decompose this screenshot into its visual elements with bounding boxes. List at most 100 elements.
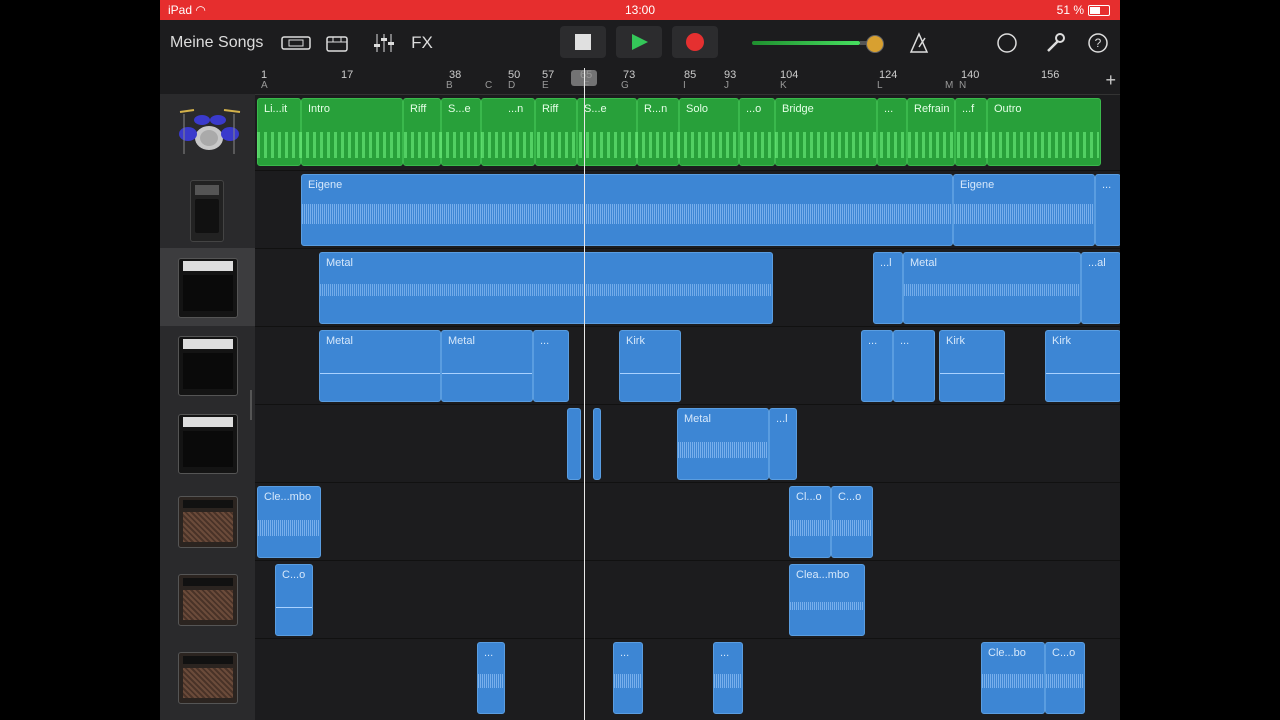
play-button[interactable] xyxy=(616,26,662,58)
fx-button[interactable]: FX xyxy=(408,28,436,58)
audio-region[interactable]: Eigene xyxy=(301,174,953,246)
track-header-combo[interactable] xyxy=(160,482,255,560)
timeline-ruler[interactable]: 1 17 38 50 57 65 73 85 93 104 124 140 15… xyxy=(255,68,1120,95)
mixer-icon[interactable] xyxy=(370,28,398,58)
waveform xyxy=(940,373,1004,374)
track-lane-bass[interactable]: Eigene Eigene ... xyxy=(255,170,1120,249)
section-marker: I xyxy=(683,80,686,91)
waveform xyxy=(678,442,768,458)
loop-browser-icon[interactable] xyxy=(994,28,1020,58)
stop-button[interactable] xyxy=(560,26,606,58)
audio-region[interactable]: C...o xyxy=(1045,642,1085,714)
waveform xyxy=(790,520,830,536)
section-marker: E xyxy=(542,80,549,91)
audio-region[interactable]: C...o xyxy=(831,486,873,558)
battery-status: 51 % xyxy=(1057,3,1110,17)
amp-head-icon xyxy=(178,258,238,318)
metronome-icon[interactable] xyxy=(905,28,933,58)
waveform xyxy=(954,204,1094,224)
volume-knob[interactable] xyxy=(866,35,884,53)
audio-region[interactable]: Metal xyxy=(677,408,769,480)
garageband-window: iPad ◠ 13:00 51 % Meine Songs FX ? 1 17 … xyxy=(160,0,1120,720)
track-header-combo[interactable] xyxy=(160,638,255,720)
add-section-icon[interactable]: + xyxy=(1105,70,1116,91)
master-volume-slider[interactable] xyxy=(752,28,892,58)
clock: 13:00 xyxy=(624,3,656,17)
section-marker: J xyxy=(724,80,729,91)
help-icon[interactable]: ? xyxy=(1086,28,1110,58)
playhead[interactable] xyxy=(584,68,585,720)
section-marker: G xyxy=(621,80,629,91)
track-lane-combo[interactable]: Cle...mbo Cl...o C...o xyxy=(255,482,1120,561)
audio-region[interactable]: Cle...bo xyxy=(981,642,1045,714)
audio-region[interactable]: ... xyxy=(477,642,505,714)
waveform xyxy=(904,284,1080,296)
audio-region[interactable]: ... xyxy=(861,330,893,402)
settings-wrench-icon[interactable] xyxy=(1042,28,1068,58)
bass-amp-icon xyxy=(190,180,224,242)
track-lane-combo[interactable]: ... ... ... Cle...bo C...o xyxy=(255,638,1120,720)
audio-region[interactable] xyxy=(593,408,601,480)
stop-icon xyxy=(575,34,591,50)
audio-region[interactable]: ...al xyxy=(1081,252,1120,324)
track-header-amp[interactable] xyxy=(160,248,255,326)
amp-head-icon xyxy=(178,414,238,474)
track-header-drums[interactable] xyxy=(160,94,255,170)
record-button[interactable] xyxy=(672,26,718,58)
audio-region[interactable]: Cle...mbo xyxy=(257,486,321,558)
waveform xyxy=(982,674,1044,688)
audio-region[interactable]: Kirk xyxy=(619,330,681,402)
track-lane-amp[interactable]: Metal ...l Metal ...al xyxy=(255,248,1120,327)
waveform xyxy=(302,204,952,224)
audio-region[interactable]: Kirk xyxy=(939,330,1005,402)
audio-region[interactable]: ...l xyxy=(769,408,797,480)
track-header-bass[interactable] xyxy=(160,170,255,248)
track-lane-drums[interactable]: Li...it Intro Riff S...e ...n Riff S...e… xyxy=(255,94,1120,171)
track-header-combo[interactable] xyxy=(160,560,255,638)
audio-region[interactable]: Metal xyxy=(319,330,441,402)
waveform xyxy=(614,674,642,688)
track-lane-amp[interactable]: Metal ...l xyxy=(255,404,1120,483)
status-bar: iPad ◠ 13:00 51 % xyxy=(160,0,1120,20)
audio-region[interactable]: ... xyxy=(1095,174,1120,246)
track-lane-amp[interactable]: Metal Metal ... Kirk ... ... Kirk Kirk xyxy=(255,326,1120,405)
audio-region[interactable]: ... xyxy=(613,642,643,714)
play-icon xyxy=(632,34,648,50)
section-marker: K xyxy=(780,80,787,91)
track-resize-handle[interactable] xyxy=(250,390,252,420)
track-view-icon[interactable] xyxy=(280,28,312,58)
audio-region[interactable]: ... xyxy=(713,642,743,714)
combo-amp-icon xyxy=(178,652,238,704)
waveform xyxy=(714,674,742,688)
drum-kit-icon xyxy=(179,109,241,154)
section-marker: B xyxy=(446,80,453,91)
audio-region[interactable]: ... xyxy=(533,330,569,402)
audio-region[interactable]: Metal xyxy=(319,252,773,324)
audio-region[interactable]: Eigene xyxy=(953,174,1095,246)
audio-region[interactable]: Metal xyxy=(903,252,1081,324)
audio-region[interactable]: Clea...mbo xyxy=(789,564,865,636)
bar-number: 85 xyxy=(684,69,697,81)
browser-icon[interactable] xyxy=(324,28,350,58)
track-header-amp[interactable] xyxy=(160,404,255,482)
combo-amp-icon xyxy=(178,496,238,548)
audio-region[interactable]: ... xyxy=(893,330,935,402)
my-songs-button[interactable]: Meine Songs xyxy=(170,28,263,58)
waveform xyxy=(276,607,312,608)
control-bar: Meine Songs FX ? xyxy=(160,20,1120,68)
audio-region[interactable]: ...l xyxy=(873,252,903,324)
audio-region[interactable]: Kirk xyxy=(1045,330,1120,402)
audio-region[interactable]: Cl...o xyxy=(789,486,831,558)
drum-pattern xyxy=(257,132,1099,158)
waveform xyxy=(258,520,320,536)
section-marker: C xyxy=(485,80,493,91)
waveform xyxy=(320,284,772,296)
audio-region[interactable]: C...o xyxy=(275,564,313,636)
track-lane-combo[interactable]: C...o Clea...mbo xyxy=(255,560,1120,639)
waveform xyxy=(832,520,872,536)
track-header-amp[interactable] xyxy=(160,326,255,404)
battery-icon xyxy=(1088,4,1110,16)
audio-region[interactable]: Metal xyxy=(441,330,533,402)
section-marker: N xyxy=(959,80,967,91)
audio-region[interactable] xyxy=(567,408,581,480)
